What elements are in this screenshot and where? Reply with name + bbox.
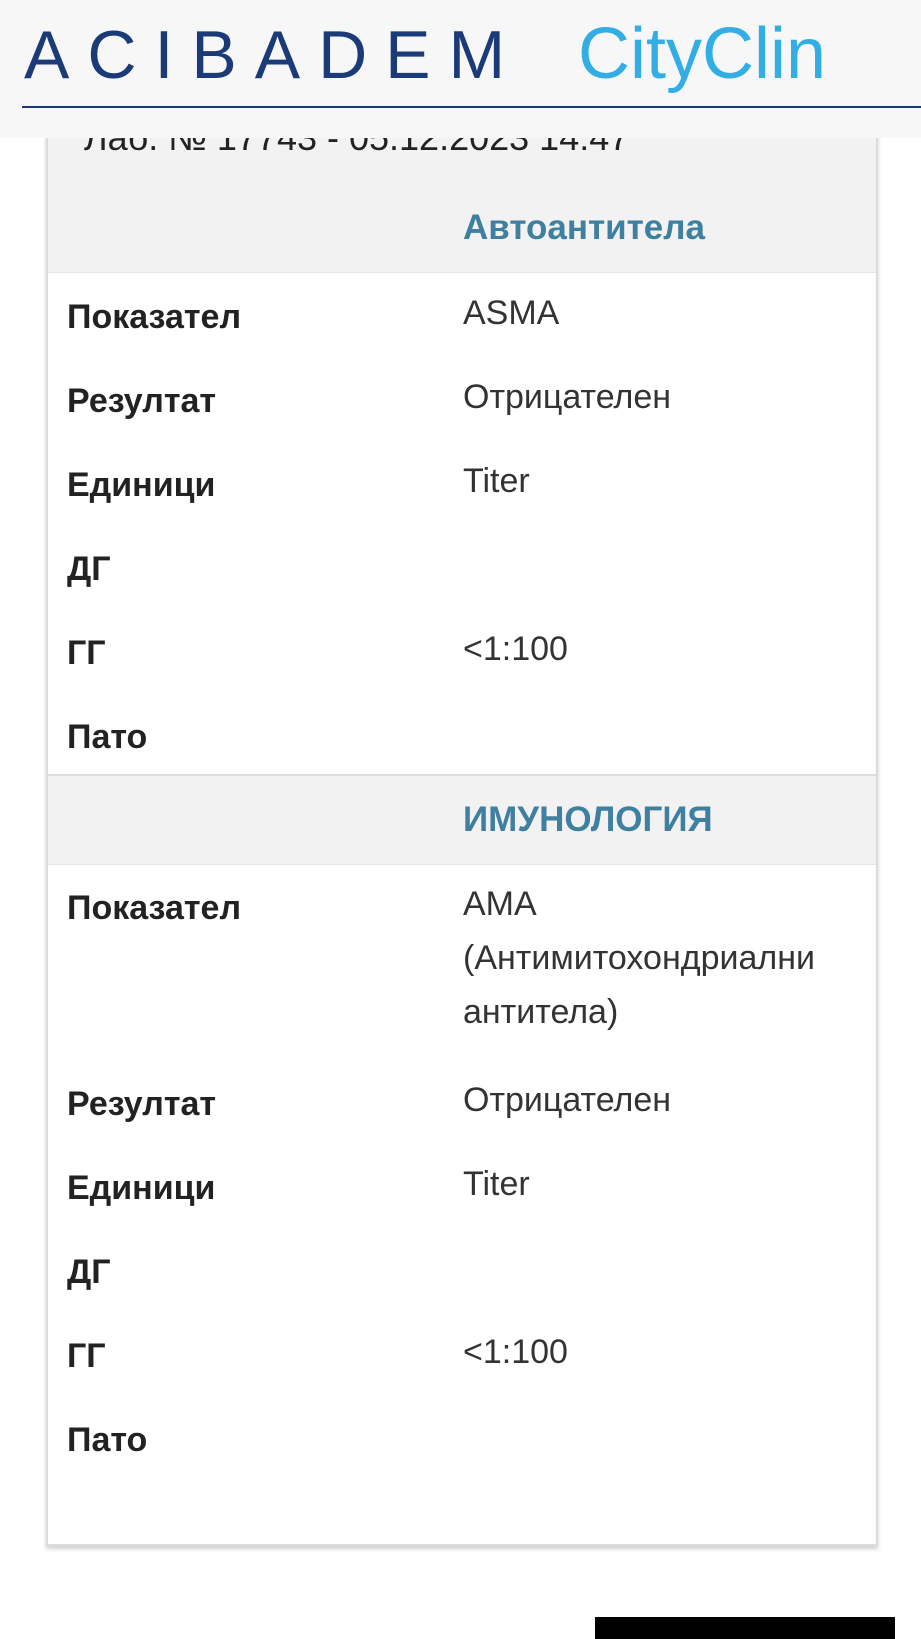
row-label-patho: Пато: [67, 1421, 148, 1459]
header-divider: [22, 106, 921, 108]
row-value-upper-limit: <1:100: [463, 630, 568, 668]
row-value-units: Titer: [463, 462, 530, 500]
row-label-indicator: Показател: [67, 298, 242, 336]
row-value-result: Отрицателен: [463, 378, 672, 416]
brand-logo: ACIBADEM: [24, 17, 524, 93]
row-value-indicator: ASMA: [463, 294, 560, 332]
row-label-units: Единици: [67, 1169, 216, 1207]
bottom-black-bar: [595, 1617, 895, 1639]
section-header-autoantibodies: Автоантитела: [48, 184, 876, 273]
row-value-indicator: AMA (Антимитохондриални антитела): [463, 885, 815, 1031]
row-value-units: Titer: [463, 1165, 530, 1203]
row-label-patho: Пато: [67, 718, 148, 756]
row-label-result: Резултат: [67, 382, 217, 420]
row-value-upper-limit: <1:100: [463, 1333, 568, 1371]
section-title: Автоантитела: [463, 208, 705, 247]
row-label-upper-limit: ГГ: [67, 634, 106, 672]
row-label-upper-limit: ГГ: [67, 1337, 106, 1375]
app-header: ACIBADEM CityClin: [0, 0, 921, 138]
row-label-units: Единици: [67, 466, 216, 504]
section-title: ИМУНОЛОГИЯ: [463, 800, 713, 839]
section-header-immunology: ИМУНОЛОГИЯ: [48, 776, 876, 865]
row-label-lower-limit: ДГ: [67, 550, 111, 588]
brand-sub-logo: CityClin: [578, 14, 827, 94]
row-value-result: Отрицателен: [463, 1081, 672, 1119]
row-label-result: Резултат: [67, 1085, 217, 1123]
row-label-indicator: Показател: [67, 889, 242, 927]
results-card: Лаб. № 17743 - 05.12.2023 14:47 Автоанти…: [46, 110, 878, 1546]
row-label-lower-limit: ДГ: [67, 1253, 111, 1291]
